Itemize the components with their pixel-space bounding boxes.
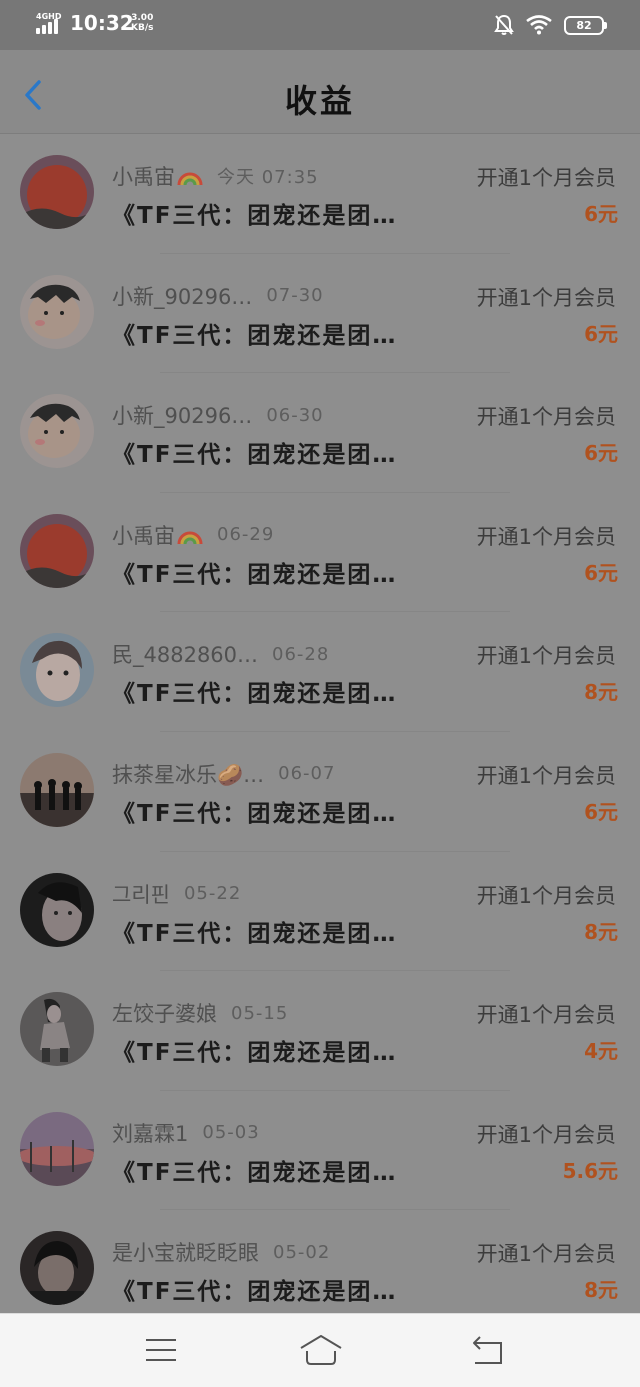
record-action: 开通1个月会员 xyxy=(476,763,616,788)
record-date: 07-30 xyxy=(266,285,324,307)
avatar xyxy=(20,513,94,588)
clock: 10:32 xyxy=(70,11,134,35)
user-name: 抹茶星冰乐🥔… xyxy=(112,762,265,787)
user-name: 刘嘉霖1 xyxy=(112,1121,189,1146)
record-action: 开通1个月会员 xyxy=(476,166,616,190)
record-amount: 6元 xyxy=(584,441,618,466)
home-button[interactable] xyxy=(298,1332,344,1368)
user-name: 民_4882860… xyxy=(112,643,259,668)
wifi-icon xyxy=(526,15,552,35)
battery-icon: 82 xyxy=(564,15,607,35)
page-title: 收益 xyxy=(284,82,355,120)
avatar xyxy=(20,394,94,469)
list-item[interactable]: 그리핀 05-22 《TF三代：团宠还是团… 开通1个月会员 8元 xyxy=(0,852,640,972)
record-date: 05-22 xyxy=(183,883,242,905)
record-action: 开通1个月会员 xyxy=(476,524,616,549)
list-item[interactable]: 刘嘉霖1 05-03 《TF三代：团宠还是团… 开通1个月会员 5.6元 xyxy=(0,1091,640,1211)
record-amount: 6元 xyxy=(584,560,618,585)
list-item[interactable]: 小禹宙 今天 07:35 《TF三代：团宠还是团… 开通1个月会员 6元 xyxy=(0,134,640,254)
menu-button[interactable] xyxy=(141,1332,181,1368)
record-date: 05-15 xyxy=(231,1002,289,1024)
record-amount: 6元 xyxy=(584,321,618,346)
speed-unit: KB/s xyxy=(131,23,154,33)
earnings-list: 小禹宙 今天 07:35 《TF三代：团宠还是团… 开通1个月会员 6元 小新_… xyxy=(0,134,640,1330)
battery-level: 82 xyxy=(576,18,592,32)
book-title: 《TF三代：团宠还是团… xyxy=(112,442,398,469)
record-action: 开通1个月会员 xyxy=(476,1242,616,1267)
record-amount: 6元 xyxy=(584,202,618,226)
record-date: 今天 07:35 xyxy=(217,167,319,188)
list-item[interactable]: 小新_90296… 07-30 《TF三代：团宠还是团… 开通1个月会员 6元 xyxy=(0,254,640,374)
user-name: 小禹宙 xyxy=(112,520,203,550)
record-amount: 8元 xyxy=(584,1278,618,1303)
book-title: 《TF三代：团宠还是团… xyxy=(112,800,398,827)
bell-off-icon xyxy=(494,14,514,35)
user-name: 小新_90296… xyxy=(112,404,253,429)
user-name: 그리핀 xyxy=(112,882,170,907)
record-action: 开通1个月会员 xyxy=(476,405,616,430)
user-name: 小新_90296… xyxy=(112,284,253,309)
avatar xyxy=(20,992,94,1067)
record-action: 开通1个月会员 xyxy=(476,285,616,310)
record-date: 06-29 xyxy=(217,524,275,546)
avatar xyxy=(20,633,94,708)
user-name: 是小宝就眨眨眼 xyxy=(112,1241,259,1266)
home-icon xyxy=(300,1335,342,1365)
back-icon xyxy=(473,1336,502,1364)
record-amount: 8元 xyxy=(584,680,618,705)
list-item[interactable]: 民_4882860… 06-28 《TF三代：团宠还是团… 开通1个月会员 8元 xyxy=(0,612,640,732)
user-name: 小禹宙 xyxy=(112,161,203,191)
book-title: 《TF三代：团宠还是团… xyxy=(112,1159,398,1186)
avatar xyxy=(20,1111,94,1186)
app-screen: 4GHD 10:32 3.00 KB/s 82 收益 小禹宙 今天 07:35 … xyxy=(0,0,640,1387)
list-item[interactable]: 是小宝就眨眨眼 05-02 《TF三代：团宠还是团… 开通1个月会员 8元 xyxy=(0,1210,640,1330)
record-amount: 8元 xyxy=(584,919,618,944)
record-action: 开通1个月会员 xyxy=(476,1122,616,1147)
book-title: 《TF三代：团宠还是团… xyxy=(112,681,398,708)
system-nav-bar xyxy=(0,1313,640,1387)
avatar xyxy=(20,872,94,947)
rainbow-icon xyxy=(177,531,203,545)
record-date: 05-02 xyxy=(273,1241,331,1263)
book-title: 《TF三代：团宠还是团… xyxy=(112,561,398,588)
book-title: 《TF三代：团宠还是团… xyxy=(112,322,398,349)
record-date: 06-07 xyxy=(278,763,336,785)
avatar xyxy=(20,752,94,827)
avatar xyxy=(20,1231,94,1306)
user-name: 左饺子婆娘 xyxy=(112,1002,217,1027)
record-date: 06-28 xyxy=(272,643,330,665)
avatar xyxy=(20,274,94,349)
avatar xyxy=(20,155,94,229)
list-item[interactable]: 左饺子婆娘 05-15 《TF三代：团宠还是团… 开通1个月会员 4元 xyxy=(0,971,640,1091)
record-date: 06-30 xyxy=(266,404,324,426)
book-title: 《TF三代：团宠还是团… xyxy=(112,920,398,947)
record-date: 05-03 xyxy=(202,1122,260,1144)
record-action: 开通1个月会员 xyxy=(476,1003,616,1028)
network-speed: 3.00 KB/s xyxy=(131,13,153,33)
record-action: 开通1个月会员 xyxy=(476,644,616,669)
record-action: 开通1个月会员 xyxy=(476,883,616,908)
book-title: 《TF三代：团宠还是团… xyxy=(112,203,398,229)
rainbow-icon xyxy=(177,172,203,186)
menu-icon xyxy=(146,1339,176,1361)
list-item[interactable]: 小新_90296… 06-30 《TF三代：团宠还是团… 开通1个月会员 6元 xyxy=(0,373,640,493)
record-amount: 4元 xyxy=(584,1039,618,1064)
page-header: 收益 xyxy=(0,50,640,134)
list-item[interactable]: 抹茶星冰乐🥔… 06-07 《TF三代：团宠还是团… 开通1个月会员 6元 xyxy=(0,732,640,852)
book-title: 《TF三代：团宠还是团… xyxy=(112,1279,398,1306)
book-title: 《TF三代：团宠还是团… xyxy=(112,1040,398,1067)
record-amount: 5.6元 xyxy=(562,1158,618,1183)
list-item[interactable]: 小禹宙 06-29 《TF三代：团宠还是团… 开通1个月会员 6元 xyxy=(0,493,640,613)
back-nav-button[interactable] xyxy=(468,1332,508,1368)
signal-icon: 4GHD xyxy=(34,12,64,36)
speed-value: 3.00 xyxy=(131,13,154,23)
record-amount: 6元 xyxy=(584,799,618,824)
status-bar: 4GHD 10:32 3.00 KB/s 82 xyxy=(0,0,640,50)
